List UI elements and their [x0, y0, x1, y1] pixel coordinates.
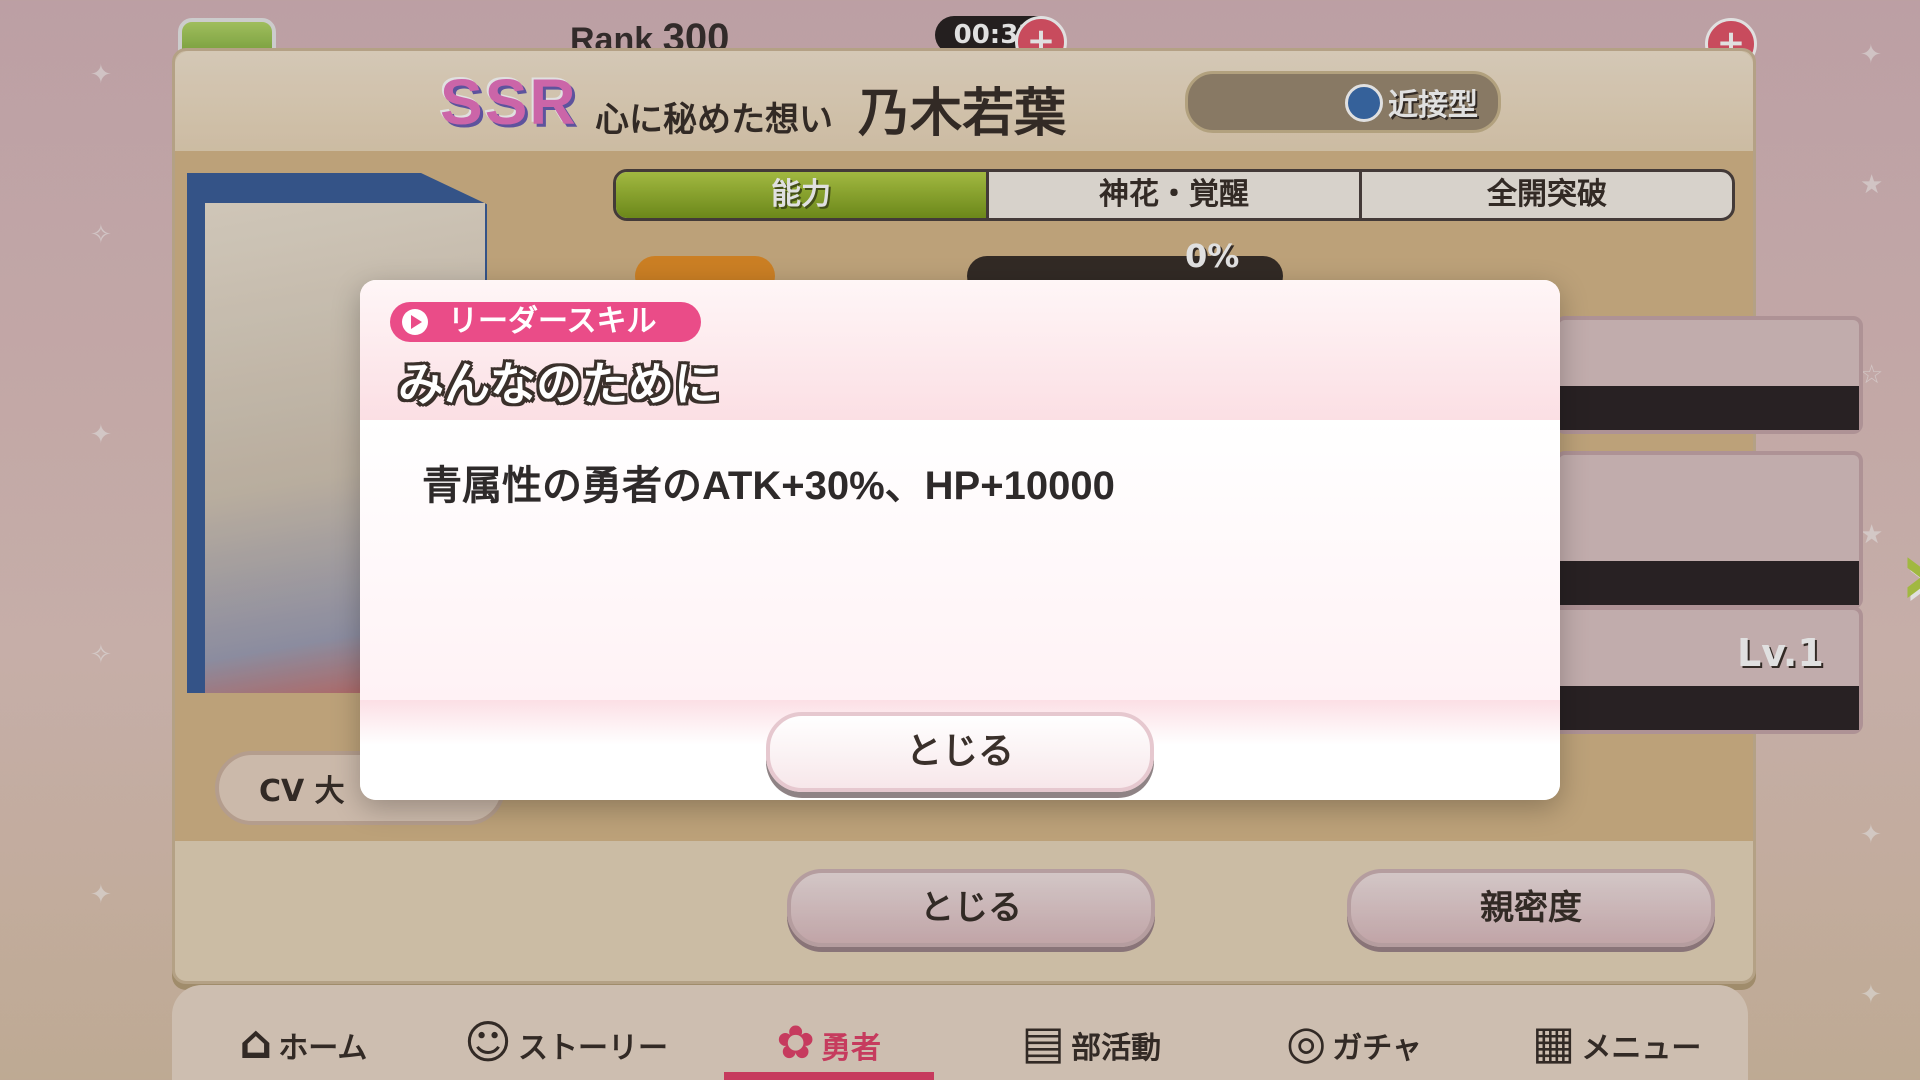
- skill-description: 青属性の勇者のATK+30%、HP+10000: [422, 464, 1115, 508]
- skill-name: みんなのために: [398, 357, 720, 411]
- play-icon: [402, 309, 428, 335]
- tag-label: リーダースキル: [448, 304, 657, 339]
- leader-skill-dialog: リーダースキル みんなのために 青属性の勇者のATK+30%、HP+10000 …: [360, 280, 1560, 800]
- leader-skill-tag: リーダースキル: [390, 302, 701, 342]
- dialog-close-button[interactable]: とじる: [766, 712, 1154, 792]
